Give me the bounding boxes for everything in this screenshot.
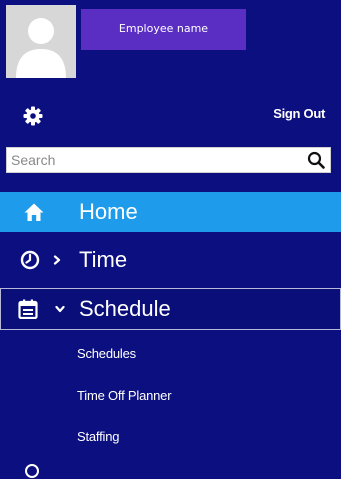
nav-item-time-label: Time [79, 247, 128, 272]
subnav-item-schedules[interactable]: Schedules [77, 346, 136, 361]
nav-item-home[interactable]: Home [0, 192, 341, 232]
home-icon [24, 203, 44, 221]
nav-item-time[interactable]: Time [0, 240, 341, 280]
avatar[interactable] [6, 5, 76, 78]
gear-icon[interactable] [23, 106, 43, 126]
chevron-down-icon [55, 305, 65, 313]
user-silhouette-icon [6, 5, 76, 78]
sign-out-link[interactable]: Sign Out [273, 106, 325, 121]
subnav-item-time-off-planner[interactable]: Time Off Planner [77, 388, 172, 403]
chevron-right-icon [53, 255, 61, 265]
search-icon[interactable] [307, 151, 325, 169]
nav-item-schedule[interactable]: Schedule [0, 288, 341, 330]
nav-item-schedule-label: Schedule [79, 296, 171, 321]
clock-icon [20, 250, 40, 270]
search-input[interactable] [7, 148, 301, 172]
partial-icon [25, 464, 39, 478]
search-bar [6, 147, 331, 173]
calendar-icon [18, 299, 38, 319]
nav-item-home-label: Home [79, 199, 138, 224]
employee-name: Employee name [81, 9, 246, 50]
subnav-item-staffing[interactable]: Staffing [77, 429, 119, 444]
